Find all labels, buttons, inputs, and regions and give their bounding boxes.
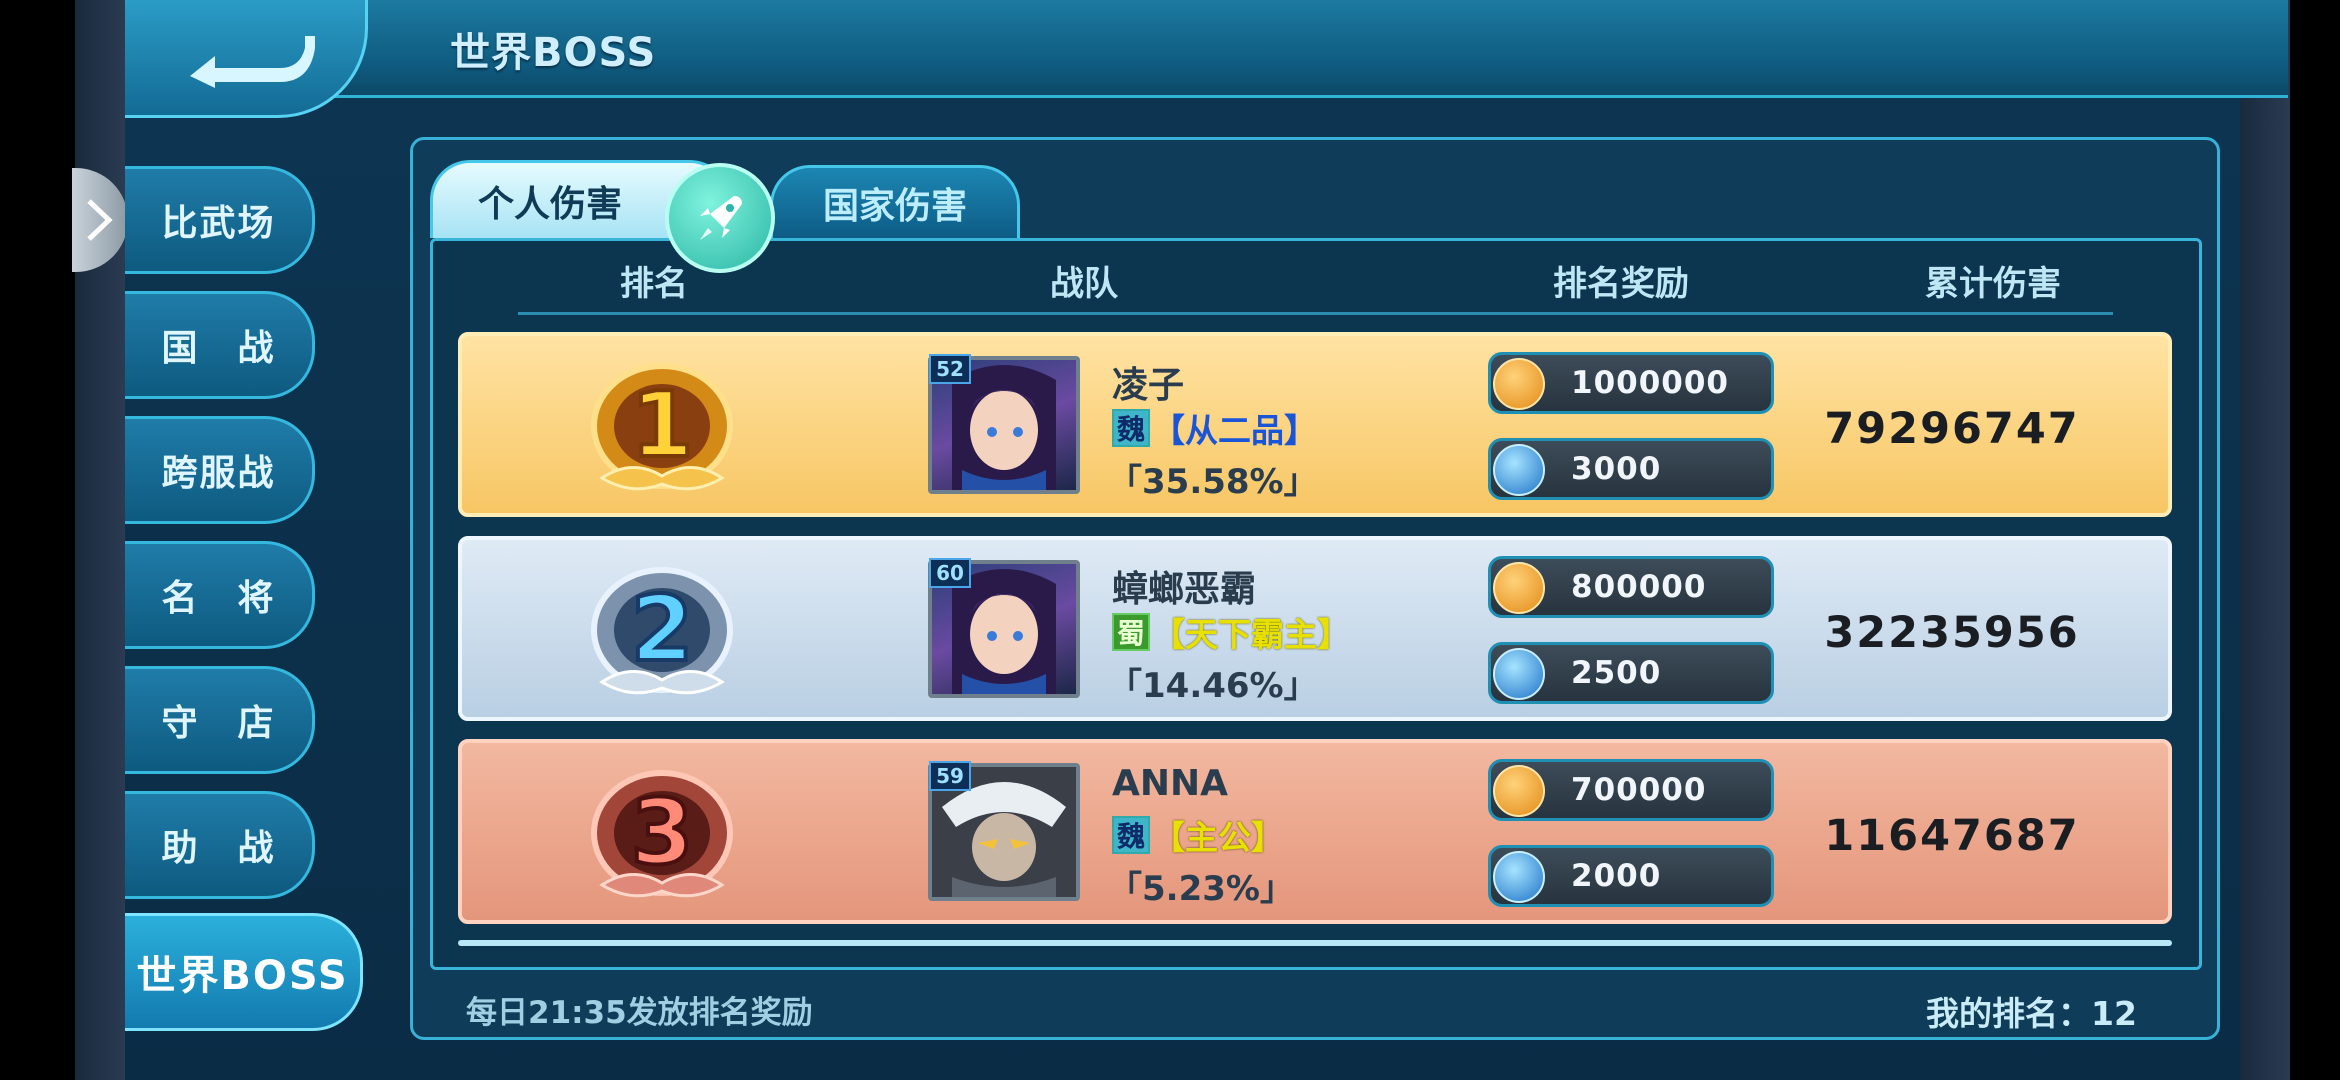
- page-title: 世界BOSS: [450, 30, 657, 76]
- nav-item-world-boss[interactable]: 世界BOSS: [125, 913, 363, 1031]
- column-reward: 排名奖励: [1553, 264, 1689, 304]
- nav-item-famous-generals[interactable]: 名 将: [125, 541, 315, 649]
- faction-icon: 蜀: [1112, 613, 1150, 651]
- reward-orb: 3000: [1488, 438, 1774, 500]
- reward-orb: 2000: [1488, 845, 1774, 907]
- title-text: 【主公】: [1152, 818, 1284, 857]
- damage-percent: 「14.46%」: [1108, 666, 1318, 706]
- svg-text:2: 2: [631, 577, 694, 682]
- reward-schedule-note: 每日21:35发放排名奖励: [466, 995, 813, 1031]
- player-name: 蟑螂恶霸: [1112, 569, 1257, 610]
- blue-orb-icon: [1493, 444, 1545, 496]
- title-text: 【从二品】: [1152, 411, 1317, 450]
- gold-coin-icon: [1493, 765, 1545, 817]
- reward-gold: 700000: [1488, 759, 1774, 821]
- damage-percent: 「5.23%」: [1108, 869, 1294, 909]
- chevron-right-icon: [87, 199, 113, 241]
- reward-value: 3000: [1571, 451, 1662, 487]
- nav-item-national-war[interactable]: 国 战: [125, 291, 315, 399]
- nav-item-guard-shop[interactable]: 守 店: [125, 666, 315, 774]
- player-title: 魏 【主公】: [1112, 811, 1284, 859]
- player-name: ANNA: [1112, 763, 1228, 804]
- total-damage: 11647687: [1824, 810, 2080, 861]
- level-badge: 60: [929, 558, 971, 588]
- table-row[interactable]: 1 52 凌子 魏 【从二品】 「35.58%」 1000000 3000 79…: [458, 332, 2172, 517]
- reward-value: 1000000: [1571, 365, 1729, 401]
- column-damage: 累计伤害: [1925, 264, 2061, 304]
- blue-orb-icon: [1493, 851, 1545, 903]
- player-title: 蜀 【天下霸主】: [1112, 608, 1350, 656]
- back-button[interactable]: [125, 0, 368, 118]
- rocket-icon: [700, 196, 742, 240]
- tab-national-damage[interactable]: 国家伤害: [770, 165, 1020, 238]
- level-badge: 52: [929, 354, 971, 384]
- reward-value: 2000: [1571, 858, 1662, 894]
- right-decoration: [2240, 0, 2290, 1080]
- total-damage: 79296747: [1824, 403, 2080, 454]
- damage-percent: 「35.58%」: [1108, 462, 1318, 502]
- reward-value: 700000: [1571, 772, 1707, 808]
- list-scroll-edge[interactable]: [458, 940, 2172, 946]
- column-rank: 排名: [620, 264, 688, 304]
- reward-orb: 2500: [1488, 642, 1774, 704]
- faction-icon: 魏: [1112, 409, 1150, 447]
- column-team: 战队: [1050, 264, 1118, 304]
- reward-value: 2500: [1571, 655, 1662, 691]
- table-row[interactable]: 2 60 蟑螂恶霸 蜀 【天下霸主】 「14.46%」 800000 2500 …: [458, 536, 2172, 721]
- table-row[interactable]: 3 59 ANNA 魏 【主公】 「5.23%」 700000 2000 116…: [458, 739, 2172, 924]
- player-title: 魏 【从二品】: [1112, 404, 1317, 452]
- reward-gold: 1000000: [1488, 352, 1774, 414]
- left-decoration: [75, 0, 125, 1080]
- faction-icon: 魏: [1112, 816, 1150, 854]
- gold-coin-icon: [1493, 358, 1545, 410]
- bronze-medal-icon: 3: [591, 770, 733, 898]
- nav-item-arena[interactable]: 比武场: [125, 166, 315, 274]
- reward-value: 800000: [1571, 569, 1707, 605]
- back-arrow-icon: [190, 35, 315, 88]
- nav-item-assist[interactable]: 助 战: [125, 791, 315, 899]
- gold-coin-icon: [1493, 562, 1545, 614]
- gold-medal-icon: 1: [591, 363, 733, 491]
- reward-gold: 800000: [1488, 556, 1774, 618]
- title-text: 【天下霸主】: [1152, 615, 1350, 654]
- player-name: 凌子: [1112, 365, 1185, 406]
- svg-text:3: 3: [631, 780, 694, 885]
- tab-label: 个人伤害: [477, 183, 622, 225]
- level-badge: 59: [929, 761, 971, 791]
- blue-orb-icon: [1493, 648, 1545, 700]
- nav-item-cross-server[interactable]: 跨服战: [125, 416, 315, 524]
- header-divider: [518, 312, 2113, 315]
- my-rank: 我的排名：12: [1926, 994, 2137, 1033]
- silver-medal-icon: 2: [591, 567, 733, 695]
- svg-text:1: 1: [631, 373, 694, 478]
- total-damage: 32235956: [1824, 607, 2080, 658]
